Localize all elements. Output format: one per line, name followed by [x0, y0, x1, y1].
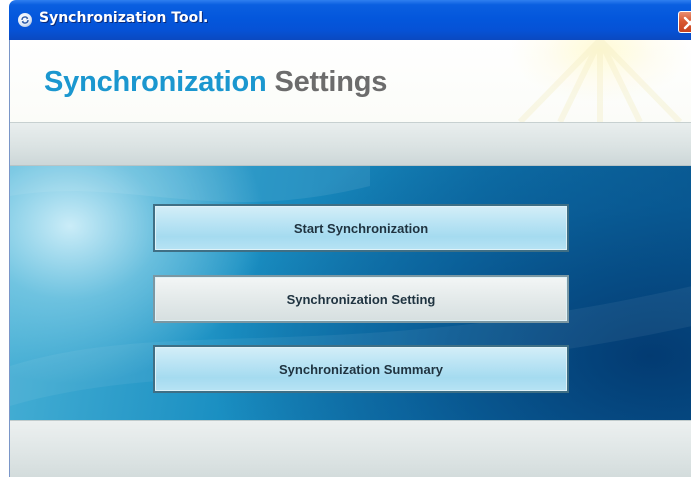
sync-app-icon	[18, 13, 32, 27]
close-icon	[683, 16, 691, 30]
page-title: Synchronization Settings	[44, 66, 387, 99]
page-title-secondary: Settings	[274, 66, 388, 98]
window-title: Synchronization Tool.	[39, 10, 209, 26]
synchronization-setting-label: Synchronization Setting	[286, 291, 436, 307]
header-banner: Synchronization Settings	[10, 40, 691, 122]
sunburst-decoration	[517, 40, 683, 122]
toolbar-band	[10, 122, 691, 166]
start-synchronization-label: Start Synchronization	[293, 220, 429, 236]
window-body: Synchronization Settings Start Synchroni…	[9, 40, 691, 477]
app-window: Synchronization Tool. Synchronization Se…	[0, 0, 691, 477]
synchronization-setting-button[interactable]: Synchronization Setting	[153, 275, 569, 323]
page-title-primary: Synchronization	[44, 66, 267, 98]
footer-band	[10, 420, 691, 477]
synchronization-summary-button[interactable]: Synchronization Summary	[153, 345, 569, 393]
title-bar[interactable]: Synchronization Tool.	[9, 0, 691, 40]
menu-panel: Start Synchronization Synchronization Se…	[10, 166, 691, 420]
close-button[interactable]	[678, 11, 691, 33]
synchronization-summary-label: Synchronization Summary	[279, 361, 443, 377]
start-synchronization-button[interactable]: Start Synchronization	[153, 204, 569, 252]
